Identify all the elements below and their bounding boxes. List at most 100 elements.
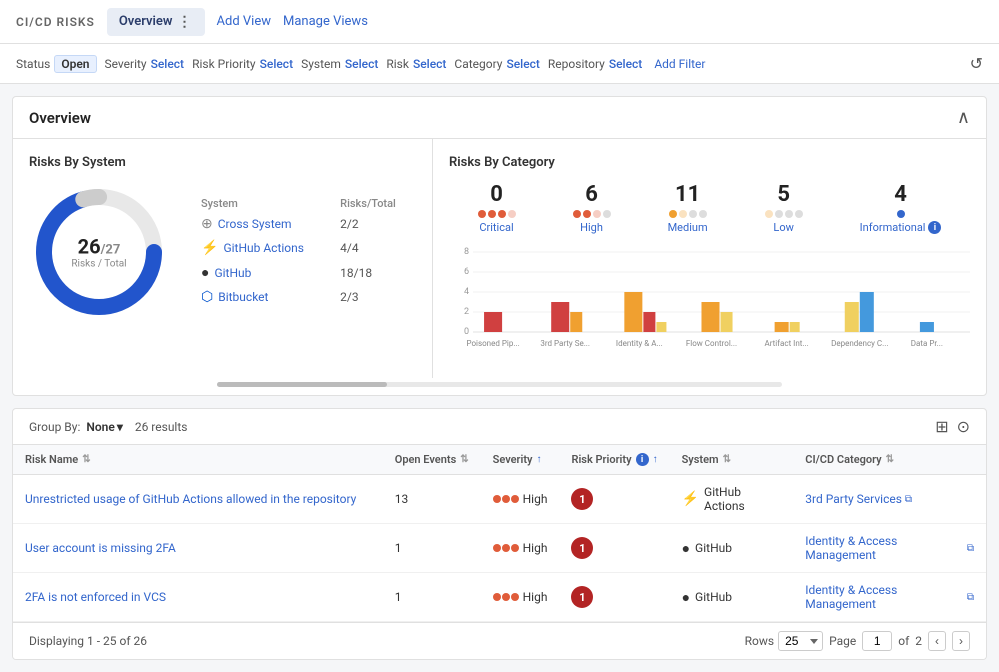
- system-cell: ● GitHub: [682, 540, 782, 557]
- repository-value[interactable]: Select: [609, 57, 642, 71]
- add-view-link[interactable]: Add View: [217, 14, 271, 29]
- svg-text:3rd Party Se...: 3rd Party Se...: [540, 339, 590, 348]
- system-risks-value: 18/18: [332, 260, 416, 285]
- col-risk-name[interactable]: Risk Name ⇅: [13, 445, 383, 475]
- cat-name[interactable]: High: [580, 221, 603, 234]
- svg-text:Dependency C...: Dependency C...: [831, 339, 888, 348]
- system-link[interactable]: ⬡ Bitbucket: [201, 289, 324, 305]
- system-name: GitHub Actions: [704, 485, 781, 513]
- export-button[interactable]: ⊙: [957, 417, 970, 436]
- filter-reset-button[interactable]: ↺: [970, 54, 983, 73]
- system-link[interactable]: ⊕ Cross System: [201, 216, 324, 232]
- category-item: 5 Low: [765, 182, 803, 234]
- system-name: GitHub: [695, 590, 732, 604]
- system-table-row: ⊕ Cross System 2/2: [193, 212, 416, 236]
- cat-name[interactable]: Low: [773, 221, 793, 234]
- system-link[interactable]: ⚡ GitHub Actions: [201, 240, 324, 256]
- risk-priority-value[interactable]: Select: [260, 57, 293, 71]
- external-link-icon: ⧉: [967, 592, 974, 603]
- chevron-down-icon: ▾: [117, 420, 123, 434]
- category-item: 4 Informational i: [860, 182, 942, 234]
- category-link[interactable]: Identity & Access Management ⧉: [805, 534, 974, 562]
- open-events-cell: 1: [383, 573, 481, 622]
- system-link[interactable]: ● GitHub: [201, 264, 324, 281]
- sort-icon-priority: ↑: [653, 454, 658, 465]
- group-by-label: Group By:: [29, 420, 80, 434]
- risk-name-link[interactable]: Unrestricted usage of GitHub Actions all…: [25, 492, 356, 506]
- page-input[interactable]: [862, 631, 892, 651]
- risk-label: Risk: [386, 57, 409, 71]
- risk-priority-info-icon[interactable]: i: [636, 453, 649, 466]
- system-value[interactable]: Select: [345, 57, 378, 71]
- category-link[interactable]: Identity & Access Management ⧉: [805, 583, 974, 611]
- results-bar: Group By: None ▾ 26 results ⊞ ⊙: [12, 408, 987, 445]
- category-filter: Category Select: [454, 57, 540, 71]
- severity-value[interactable]: Select: [151, 57, 184, 71]
- risk-priority-badge: 1: [571, 586, 593, 608]
- risk-name-link[interactable]: 2FA is not enforced in VCS: [25, 590, 166, 604]
- filter-bar: Status Open Severity Select Risk Priorit…: [0, 44, 999, 84]
- page-navigation: Rows 25 50 100 Page of 2 ‹ ›: [745, 631, 970, 651]
- status-label: Status: [16, 57, 50, 71]
- category-value[interactable]: Select: [506, 57, 539, 71]
- sort-icon-severity: ↑: [537, 454, 542, 465]
- col-risk-priority[interactable]: Risk Priority i ↑: [559, 445, 669, 475]
- cat-name[interactable]: Medium: [668, 221, 708, 234]
- system-cell: ⚡ GitHub Actions: [682, 485, 782, 513]
- page-label: Page: [829, 634, 856, 648]
- severity-badge: High: [493, 590, 548, 604]
- status-value[interactable]: Open: [54, 55, 96, 73]
- col-severity[interactable]: Severity ↑: [481, 445, 560, 475]
- table-row: User account is missing 2FA 1 High 1 ● G…: [13, 524, 986, 573]
- risk-name-link[interactable]: User account is missing 2FA: [25, 541, 176, 555]
- overview-tab[interactable]: Overview ⋮: [107, 8, 205, 36]
- risk-priority-label: Risk Priority: [192, 57, 256, 71]
- risk-value[interactable]: Select: [413, 57, 446, 71]
- results-count: 26 results: [135, 420, 188, 434]
- svg-text:0: 0: [464, 327, 469, 337]
- severity-label: Severity: [105, 57, 147, 71]
- cat-count: 0: [478, 182, 516, 207]
- system-name: GitHub: [695, 541, 732, 555]
- svg-text:Identity & A...: Identity & A...: [616, 339, 663, 348]
- system-table-row: ⬡ Bitbucket 2/3: [193, 285, 416, 309]
- rows-dropdown[interactable]: 25 50 100: [778, 631, 823, 651]
- system-risks-value: 2/3: [332, 285, 416, 309]
- data-table-container: Risk Name ⇅ Open Events ⇅ Severity: [12, 445, 987, 660]
- cat-name[interactable]: Critical: [479, 221, 513, 234]
- group-by-dropdown[interactable]: None ▾: [86, 420, 122, 434]
- severity-badge: High: [493, 541, 548, 555]
- risks-by-system-title: Risks By System: [29, 155, 416, 170]
- tab-more-icon[interactable]: ⋮: [177, 14, 193, 30]
- add-filter-button[interactable]: Add Filter: [654, 57, 705, 71]
- overview-tab-label: Overview: [119, 14, 173, 29]
- prev-page-button[interactable]: ‹: [928, 631, 946, 651]
- collapse-button[interactable]: ∧: [957, 107, 970, 128]
- status-filter: Status Open: [16, 55, 97, 73]
- manage-views-link[interactable]: Manage Views: [283, 14, 368, 29]
- svg-text:4: 4: [464, 287, 469, 297]
- charts-row: Risks By System 26/2: [13, 139, 986, 378]
- table-row: 2FA is not enforced in VCS 1 High 1 ● Gi…: [13, 573, 986, 622]
- bar-chart-area: 8 6 4 2 0 Poisoned Pip...: [449, 242, 970, 362]
- sort-icon-open-events: ⇅: [460, 454, 468, 465]
- category-link[interactable]: 3rd Party Services ⧉: [805, 492, 974, 506]
- donut-number: 26/27: [71, 235, 126, 259]
- cat-name[interactable]: Informational: [860, 221, 926, 234]
- system-risks-value: 4/4: [332, 236, 416, 260]
- data-table: Risk Name ⇅ Open Events ⇅ Severity: [13, 445, 986, 622]
- results-actions: ⊞ ⊙: [935, 417, 970, 436]
- next-page-button[interactable]: ›: [952, 631, 970, 651]
- svg-text:Data Pr...: Data Pr...: [911, 339, 943, 348]
- main-content: Overview ∧ Risks By System: [0, 84, 999, 672]
- risks-total-col-header: Risks/Total: [332, 195, 416, 212]
- repository-filter: Repository Select: [548, 57, 642, 71]
- col-open-events[interactable]: Open Events ⇅: [383, 445, 481, 475]
- system-chart: 26/27 Risks / Total System Risks/Total: [29, 182, 416, 322]
- risk-filter: Risk Select: [386, 57, 446, 71]
- external-link-icon: ⧉: [905, 494, 912, 505]
- col-system[interactable]: System ⇅: [670, 445, 794, 475]
- severity-label: High: [523, 590, 548, 604]
- columns-toggle-button[interactable]: ⊞: [935, 417, 948, 436]
- col-category[interactable]: CI/CD Category ⇅: [793, 445, 986, 475]
